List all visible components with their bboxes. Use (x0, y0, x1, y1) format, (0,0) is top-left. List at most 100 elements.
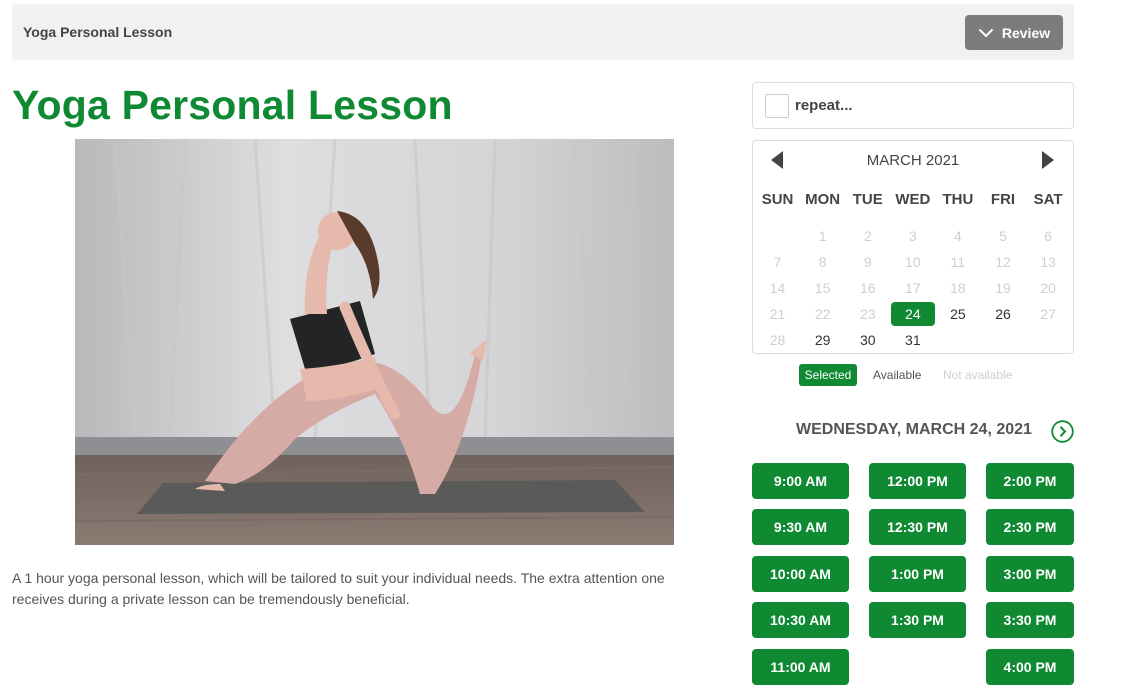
calendar-day-available[interactable]: 26 (980, 301, 1025, 327)
calendar-day-cell: 15 (800, 275, 845, 301)
time-slot-button[interactable]: 3:00 PM (986, 556, 1074, 592)
calendar-day-cell: 31 (890, 327, 935, 353)
calendar-day-unavailable: 4 (954, 228, 962, 244)
calendar-day-unavailable: 20 (1040, 280, 1056, 296)
calendar-day-available[interactable]: 25 (935, 301, 980, 327)
calendar-day-available[interactable]: 30 (845, 327, 890, 353)
calendar-day-unavailable: 1 (818, 228, 827, 244)
circle-chevron-right-icon[interactable] (1051, 420, 1074, 443)
calendar-day-cell: 4 (935, 223, 980, 249)
calendar-day-cell: 30 (845, 327, 890, 353)
calendar-day-cell: 25 (935, 301, 980, 327)
time-slot-button[interactable]: 10:00 AM (752, 556, 849, 592)
review-label: Review (1001, 24, 1051, 41)
time-slot-button[interactable]: 9:00 AM (752, 463, 849, 499)
time-slot-button[interactable]: 2:30 PM (986, 509, 1074, 545)
calendar-day-cell: 14 (755, 275, 800, 301)
weekday-label: WED (895, 191, 931, 208)
calendar-day-cell: 23 (845, 301, 890, 327)
time-slot-button[interactable]: 4:00 PM (986, 649, 1074, 685)
legend-not-available: Not available (943, 368, 1013, 382)
top-bar: Yoga Personal Lesson Review (12, 4, 1074, 60)
chevron-down-icon (978, 28, 994, 37)
calendar-month-label: MARCH 2021 (866, 152, 960, 169)
weekday-label: THU (942, 191, 974, 208)
calendar-day-unavailable: 12 (995, 254, 1011, 270)
legend-available: Available (873, 368, 922, 382)
time-slot-button[interactable]: 12:30 PM (869, 509, 966, 545)
calendar-day-cell: 29 (800, 327, 845, 353)
calendar-day-unavailable: 17 (905, 280, 921, 296)
weekday-label: SAT (1033, 191, 1063, 208)
caret-right-icon[interactable] (1041, 151, 1055, 169)
calendar-day-unavailable: 15 (814, 280, 831, 296)
time-slot-button[interactable]: 2:00 PM (986, 463, 1074, 499)
calendar-day-cell: 6 (1026, 223, 1071, 249)
calendar-day-unavailable: 7 (773, 254, 782, 270)
calendar-day-unavailable: 19 (995, 280, 1011, 296)
weekday-label: FRI (990, 191, 1016, 208)
calendar-day-cell: 10 (890, 249, 935, 275)
time-slot-button[interactable]: 10:30 AM (752, 602, 849, 638)
page-title: Yoga Personal Lesson (12, 82, 453, 128)
calendar-day-unavailable: 28 (769, 332, 786, 348)
calendar-day-unavailable: 9 (863, 254, 872, 270)
time-slot-button[interactable]: 1:00 PM (869, 556, 966, 592)
review-button[interactable]: Review (965, 15, 1063, 50)
weekday-label: SUN (761, 191, 794, 208)
calendar-day-unavailable: 10 (905, 254, 921, 270)
calendar-day-cell: 26 (980, 301, 1025, 327)
calendar-blank (755, 223, 800, 249)
calendar-day-unavailable: 16 (859, 280, 876, 296)
calendar-day-cell: 27 (1026, 301, 1071, 327)
weekday-header: SUN MON TUE WED THU FRI SAT (755, 191, 1071, 208)
calendar-day-unavailable: 22 (814, 306, 831, 322)
calendar-legend: Selected Available Not available (799, 364, 1039, 386)
calendar-day-cell: 20 (1026, 275, 1071, 301)
lesson-description: A 1 hour yoga personal lesson, which wil… (12, 570, 665, 607)
calendar-day-unavailable: 21 (769, 306, 786, 322)
calendar-day-cell: 28 (755, 327, 800, 353)
calendar-day-cell: 5 (980, 223, 1025, 249)
calendar-day-cell: 21 (755, 301, 800, 327)
calendar-day-cell: 2 (845, 223, 890, 249)
calendar-day-unavailable: 8 (818, 254, 827, 270)
calendar-day-unavailable: 3 (908, 228, 917, 244)
calendar-day-cell: 7 (755, 249, 800, 275)
legend-selected: Selected (799, 364, 857, 386)
calendar-days: 1 2 3 4 5 6 7 8 9 10 11 12 13 14 15 16 17 18 19 20 21 22 23 24 2… (755, 223, 1071, 353)
calendar-day-cell: 17 (890, 275, 935, 301)
calendar-day-unavailable: 14 (769, 280, 786, 296)
calendar-day-cell: 8 (800, 249, 845, 275)
calendar-day-available[interactable]: 29 (800, 327, 845, 353)
weekday-label: MON (805, 191, 841, 208)
time-slot-button[interactable]: 9:30 AM (752, 509, 849, 545)
repeat-label: repeat... (795, 97, 853, 114)
time-slot-button[interactable]: 11:00 AM (752, 649, 849, 685)
repeat-checkbox[interactable] (765, 94, 789, 118)
repeat-option: repeat... (752, 82, 1074, 129)
calendar-day-unavailable: 6 (1044, 228, 1052, 244)
weekday-label: TUE (852, 191, 883, 208)
topbar-title: Yoga Personal Lesson (23, 24, 173, 40)
calendar-day-cell: 12 (980, 249, 1025, 275)
calendar-day-unavailable: 13 (1040, 254, 1056, 270)
calendar-day-cell: 18 (935, 275, 980, 301)
calendar-day-unavailable: 23 (859, 306, 876, 322)
calendar-day-unavailable: 2 (863, 228, 872, 244)
calendar-day-cell: 24 (890, 301, 935, 327)
calendar-day-unavailable: 11 (950, 254, 966, 270)
lesson-photo (75, 139, 674, 545)
calendar-day-available[interactable]: 31 (890, 327, 935, 353)
calendar-day-cell: 19 (980, 275, 1025, 301)
time-slot-button[interactable]: 1:30 PM (869, 602, 966, 638)
time-slot-button[interactable]: 12:00 PM (869, 463, 966, 499)
calendar-day-unavailable: 5 (999, 228, 1007, 244)
calendar-day-selected[interactable]: 24 (890, 302, 935, 326)
calendar-day-cell: 9 (845, 249, 890, 275)
time-slot-button[interactable]: 3:30 PM (986, 602, 1074, 638)
calendar-day-unavailable: 18 (950, 280, 966, 296)
selected-date-heading: WEDNESDAY, MARCH 24, 2021 (796, 421, 1032, 438)
calendar-day-cell: 22 (800, 301, 845, 327)
calendar-day-cell: 13 (1026, 249, 1071, 275)
